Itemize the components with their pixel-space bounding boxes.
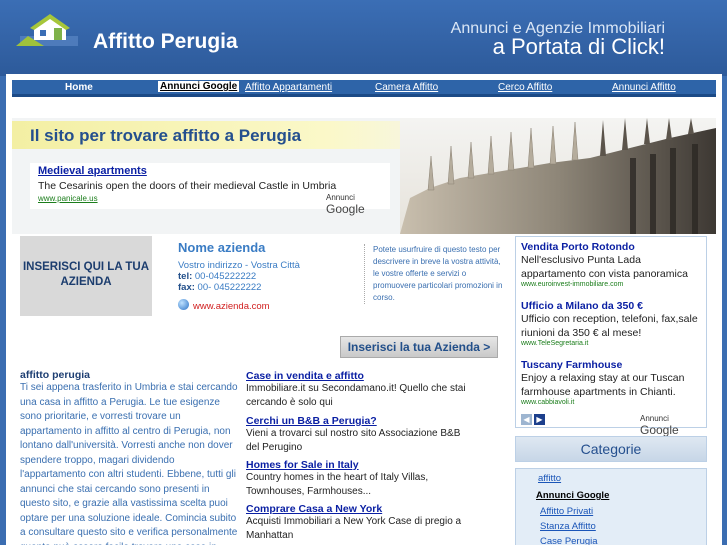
cathedral-image — [400, 118, 716, 234]
mid-ad-title[interactable]: Case in vendita e affitto — [246, 370, 472, 382]
right-ad-url[interactable]: www.euroinvest-immobiliare.com — [521, 281, 707, 288]
category-item[interactable]: affitto — [538, 473, 561, 484]
insert-company-button[interactable]: Inserisci la tua Azienda > — [340, 336, 498, 358]
nav-annunci-affitto[interactable]: Annunci Affitto — [612, 82, 676, 93]
mid-ad-desc: Immobiliare.it su Secondamano.it! Quello… — [246, 383, 466, 408]
right-ad: Tuscany Farmhouse Enjoy a relaxing stay … — [521, 359, 707, 406]
company-address: Vostro indirizzo - Vostra Città — [178, 260, 300, 271]
house-logo-icon — [16, 14, 78, 46]
prev-arrow-icon[interactable]: ◀ — [521, 414, 532, 425]
article-body: Ti sei appena trasferito in Umbria e sta… — [20, 382, 238, 545]
right-ad-desc: Nell'esclusivo Punta Lada appartamento c… — [521, 254, 688, 280]
right-ad: Vendita Porto Rotondo Nell'esclusivo Pun… — [521, 241, 707, 288]
article: affitto perugia Ti sei appena trasferito… — [20, 369, 238, 545]
mid-ad: Cerchi un B&B a Perugia? Vieni a trovarc… — [246, 415, 472, 454]
mid-ad-desc: Country homes in the heart of Italy Vill… — [246, 472, 429, 497]
ads-by-label: Annunci — [640, 414, 669, 423]
right-ad: Ufficio a Milano da 350 € Ufficio con re… — [521, 300, 707, 347]
right-ad-title[interactable]: Ufficio a Milano da 350 € — [521, 300, 707, 312]
mid-ad-title[interactable]: Homes for Sale in Italy — [246, 459, 472, 471]
nav-affitto-appartamenti[interactable]: Affitto Appartamenti — [245, 82, 332, 93]
header: Affitto Perugia Annunci e Agenzie Immobi… — [0, 0, 727, 76]
mid-ad-desc: Acquisti Immobiliari a New York Case di … — [246, 516, 462, 541]
next-arrow-icon[interactable]: ▶ — [534, 414, 545, 425]
company-fax: fax: 00- 045222222 — [178, 282, 300, 293]
mid-ad-title[interactable]: Cerchi un B&B a Perugia? — [246, 415, 472, 427]
nav-annunci-google[interactable]: Annunci Google — [158, 81, 240, 92]
tel-label: tel: — [178, 271, 193, 282]
category-item[interactable]: Stanza Affitto — [540, 521, 596, 532]
hero-title: Il sito per trovare affitto a Perugia — [30, 126, 302, 145]
right-ad-title[interactable]: Vendita Porto Rotondo — [521, 241, 707, 253]
ads-by-brand: Google — [326, 202, 365, 216]
ads-by-label: Annunci — [326, 193, 355, 202]
right-ad-title[interactable]: Tuscany Farmhouse — [521, 359, 707, 371]
promo-text: Potete usurfruire di questo testo per de… — [364, 244, 504, 304]
category-annunci-google[interactable]: Annunci Google — [536, 490, 609, 501]
mid-ad-desc: Vieni a trovarci sul nostro sito Associa… — [246, 428, 461, 453]
tagline-line2: a Portata di Click! — [492, 34, 665, 59]
mid-ad-title[interactable]: Comprare Casa a New York — [246, 503, 472, 515]
category-item[interactable]: Affitto Privati — [540, 506, 593, 517]
ads-by-google-label[interactable]: Annunci Google — [326, 193, 390, 216]
mid-ad: Comprare Casa a New York Acquisti Immobi… — [246, 503, 472, 542]
insert-company-box[interactable]: INSERISCI QUI LA TUA AZIENDA — [20, 236, 152, 316]
mid-ad: Case in vendita e affitto Immobiliare.it… — [246, 370, 472, 409]
company-website[interactable]: www.azienda.com — [193, 301, 270, 312]
hero-ad-url[interactable]: www.panicale.us — [38, 194, 98, 203]
ads-by-google-label[interactable]: Annunci Google — [640, 414, 706, 437]
main-nav: Home Annunci Google Affitto Appartamenti… — [12, 80, 716, 97]
page: Affitto Perugia Annunci e Agenzie Immobi… — [0, 0, 727, 545]
categorie-header: Categorie — [515, 436, 707, 462]
categorie-list: affitto Annunci Google Affitto Privati S… — [515, 468, 707, 545]
ads-by-brand: Google — [640, 423, 679, 437]
nav-cerco-affitto[interactable]: Cerco Affitto — [498, 82, 552, 93]
right-google-ads: Vendita Porto Rotondo Nell'esclusivo Pun… — [515, 236, 707, 437]
company-card: Nome azienda Vostro indirizzo - Vostra C… — [178, 240, 300, 314]
tel-value: 00-045222222 — [194, 271, 257, 282]
content-area: Home Annunci Google Affitto Appartamenti… — [6, 74, 722, 545]
site-logo-text[interactable]: Affitto Perugia — [93, 30, 238, 54]
fax-label: fax: — [178, 282, 195, 293]
globe-icon — [178, 299, 189, 311]
right-ad-desc: Ufficio con reception, telefoni, fax,sal… — [521, 313, 698, 339]
right-ad-desc: Enjoy a relaxing stay at our Tuscan farm… — [521, 372, 685, 398]
category-item[interactable]: Case Perugia — [540, 536, 598, 545]
article-title: affitto perugia — [20, 369, 90, 381]
company-website-row: www.azienda.com — [178, 296, 300, 314]
nav-camera-affitto[interactable]: Camera Affitto — [375, 82, 438, 93]
company-tel: tel: 00-045222222 — [178, 271, 300, 282]
fax-value: 00- 045222222 — [197, 282, 262, 293]
hero-ad-desc: The Cesarinis open the doors of their me… — [38, 180, 337, 192]
hero-banner: Il sito per trovare affitto a Perugia Me… — [12, 118, 716, 234]
right-ad-url[interactable]: www.cabbiavoli.it — [521, 399, 707, 406]
insert-company-text: INSERISCI QUI LA TUA AZIENDA — [22, 261, 150, 288]
company-name: Nome azienda — [178, 240, 266, 255]
right-ad-url[interactable]: www.TeleSegretaria.it — [521, 340, 707, 347]
hero-google-ad: Medieval apartments The Cesarinis open t… — [30, 163, 390, 216]
nav-home[interactable]: Home — [65, 82, 93, 93]
mid-ad: Homes for Sale in Italy Country homes in… — [246, 459, 472, 498]
hero-ad-title[interactable]: Medieval apartments — [38, 165, 147, 177]
